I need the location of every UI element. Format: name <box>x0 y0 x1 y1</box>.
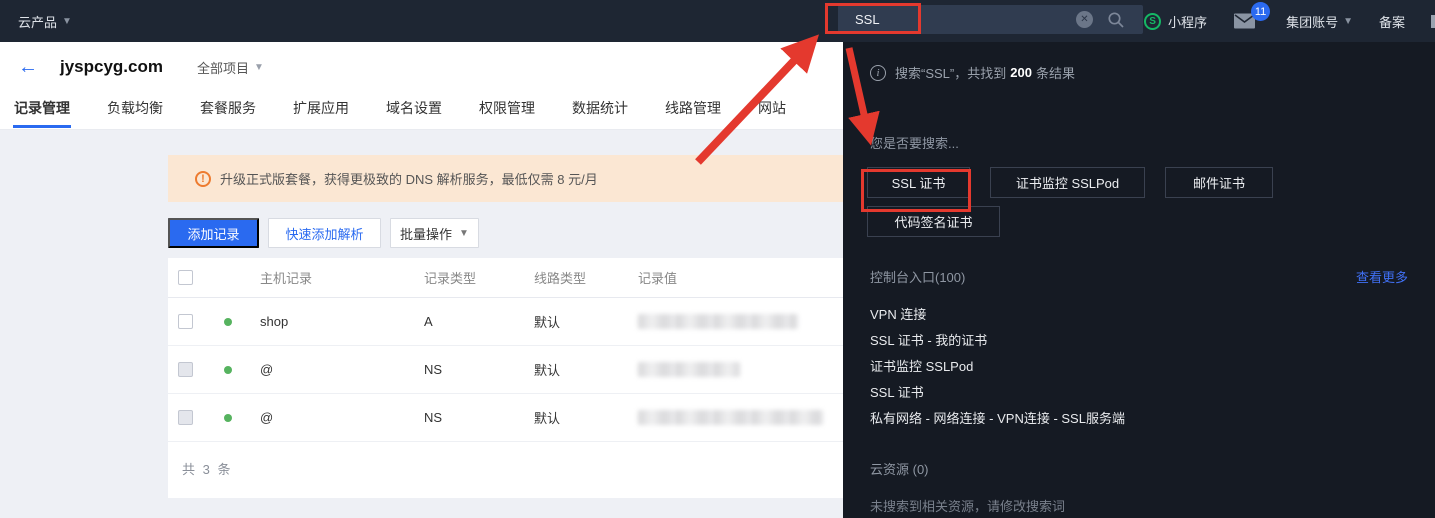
record-value-redacted <box>638 314 798 329</box>
host-record: shop <box>260 314 424 329</box>
beian-label: 备案 <box>1379 12 1405 31</box>
list-item[interactable]: VPN 连接 <box>870 300 1435 326</box>
batch-operations-button[interactable]: 批量操作 ▼ <box>390 218 479 248</box>
result-prefix: 搜索“SSL”，共找到 <box>895 63 1006 82</box>
unread-count-badge: 11 <box>1251 2 1270 21</box>
list-item[interactable]: SSL 证书 - 我的证书 <box>870 326 1435 352</box>
mini-program-label: 小程序 <box>1168 12 1207 31</box>
domain-tabs: 记录管理 负载均衡 套餐服务 扩展应用 域名设置 权限管理 数据统计 线路管理 … <box>0 92 843 130</box>
messages-entry[interactable]: 11 <box>1233 12 1256 30</box>
tab-load-balancing[interactable]: 负载均衡 <box>106 92 164 128</box>
list-item[interactable]: 证书监控 SSLPod <box>870 352 1435 378</box>
back-arrow-icon[interactable]: ← <box>18 57 38 77</box>
project-filter-label: 全部项目 <box>197 58 249 77</box>
suggestion-ssl-certificate[interactable]: SSL 证书 <box>867 167 970 198</box>
suggestion-email-certificate[interactable]: 邮件证书 <box>1165 167 1273 198</box>
table-row[interactable]: @ NS 默认 <box>168 346 843 394</box>
suggestion-code-signing-certificate[interactable]: 代码签名证书 <box>867 206 1000 237</box>
tab-line-management[interactable]: 线路管理 <box>664 92 722 128</box>
dns-console-page: ← jyspcyg.com 全部项目 ▼ 记录管理 负载均衡 套餐服务 扩展应用… <box>0 42 843 518</box>
clipped-menu-item <box>1431 15 1435 28</box>
tab-domain-settings[interactable]: 域名设置 <box>385 92 443 128</box>
tab-plan-services[interactable]: 套餐服务 <box>199 92 257 128</box>
tab-permissions[interactable]: 权限管理 <box>478 92 536 128</box>
search-results-panel: i 搜索“SSL”，共找到 200 条结果 您是否要搜索... SSL 证书 证… <box>843 42 1435 518</box>
cloud-products-label: 云产品 <box>18 12 57 31</box>
status-dot-icon <box>224 318 232 326</box>
record-type: NS <box>424 362 534 377</box>
quick-add-button[interactable]: 快速添加解析 <box>268 218 381 248</box>
line-type: 默认 <box>534 312 638 331</box>
table-row[interactable]: shop A 默认 <box>168 298 843 346</box>
topbar-right-group: S 小程序 11 集团账号 ▼ 备案 <box>1144 0 1435 42</box>
upgrade-banner: ! 升级正式版套餐，获得更极致的 DNS 解析服务，最低仅需 8 元/月 <box>168 155 843 202</box>
mini-program-icon: S <box>1144 13 1161 30</box>
cloud-products-menu[interactable]: 云产品 ▼ <box>18 12 72 31</box>
search-suggestions: SSL 证书 证书监控 SSLPod 邮件证书 代码签名证书 <box>867 167 1435 237</box>
cloud-resources-empty-text: 未搜索到相关资源，请修改搜索词 <box>870 496 1435 515</box>
record-value-redacted <box>638 362 740 377</box>
record-type: A <box>424 314 534 329</box>
row-checkbox[interactable] <box>178 314 193 329</box>
group-account-menu[interactable]: 集团账号 ▼ <box>1286 12 1353 31</box>
suggestion-sslpod[interactable]: 证书监控 SSLPod <box>990 167 1145 198</box>
record-type: NS <box>424 410 534 425</box>
records-table: 主机记录 记录类型 线路类型 记录值 shop A 默认 @ NS 默认 <box>168 258 843 498</box>
console-entries-header: 控制台入口(100) 查看更多 <box>870 267 1408 286</box>
select-all-checkbox[interactable] <box>178 270 193 285</box>
col-line: 线路类型 <box>534 268 638 287</box>
page-title-domain: jyspcyg.com <box>60 57 163 77</box>
list-item[interactable]: 私有网络 - 网络连接 - VPN连接 - SSL服务端 <box>870 404 1435 430</box>
host-record: @ <box>260 410 424 425</box>
table-footer: 共 3 条 <box>168 442 843 498</box>
row-checkbox-disabled <box>178 362 193 377</box>
table-header-row: 主机记录 记录类型 线路类型 记录值 <box>168 258 843 298</box>
upgrade-banner-text: 升级正式版套餐，获得更极致的 DNS 解析服务，最低仅需 8 元/月 <box>220 169 598 188</box>
tab-extensions[interactable]: 扩展应用 <box>292 92 350 128</box>
chevron-down-icon: ▼ <box>62 16 72 27</box>
result-suffix: 条结果 <box>1036 63 1075 82</box>
line-type: 默认 <box>534 360 638 379</box>
search-result-summary: i 搜索“SSL”，共找到 200 条结果 <box>870 63 1435 82</box>
record-count: 共 3 条 <box>182 459 232 478</box>
chevron-down-icon: ▼ <box>459 228 469 239</box>
host-record: @ <box>260 362 424 377</box>
tab-record-management[interactable]: 记录管理 <box>13 92 71 128</box>
record-actions: 添加记录 快速添加解析 批量操作 ▼ <box>168 218 479 248</box>
row-checkbox-disabled <box>178 410 193 425</box>
search-input[interactable] <box>855 12 1070 27</box>
col-value: 记录值 <box>638 268 843 287</box>
line-type: 默认 <box>534 408 638 427</box>
batch-operations-label: 批量操作 <box>400 224 452 243</box>
status-dot-icon <box>224 414 232 422</box>
list-item[interactable]: SSL 证书 <box>870 378 1435 404</box>
col-type: 记录类型 <box>424 268 534 287</box>
warning-icon: ! <box>195 171 211 187</box>
tab-statistics[interactable]: 数据统计 <box>571 92 629 128</box>
topbar: 云产品 ▼ ✕ S 小程序 11 集团账号 ▼ 备案 <box>0 0 1435 42</box>
add-record-button[interactable]: 添加记录 <box>168 218 259 248</box>
tab-website[interactable]: 网站 <box>757 92 787 128</box>
domain-header: ← jyspcyg.com 全部项目 ▼ <box>0 42 843 92</box>
mini-program-entry[interactable]: S 小程序 <box>1144 12 1207 31</box>
info-icon: i <box>870 65 886 81</box>
table-row[interactable]: @ NS 默认 <box>168 394 843 442</box>
chevron-down-icon: ▼ <box>1343 16 1353 27</box>
chevron-down-icon: ▼ <box>254 62 264 73</box>
view-more-link[interactable]: 查看更多 <box>1356 267 1408 286</box>
suggest-title: 您是否要搜索... <box>870 133 1435 152</box>
cloud-resources-title: 云资源 (0) <box>870 459 1435 478</box>
col-host: 主机记录 <box>260 268 424 287</box>
status-dot-icon <box>224 366 232 374</box>
console-entries-list: VPN 连接 SSL 证书 - 我的证书 证书监控 SSLPod SSL 证书 … <box>870 300 1435 430</box>
record-value-redacted <box>638 410 823 425</box>
clear-search-icon[interactable]: ✕ <box>1076 11 1093 28</box>
console-entries-title: 控制台入口(100) <box>870 267 965 286</box>
result-count: 200 <box>1010 65 1032 80</box>
search-icon[interactable] <box>1107 11 1125 29</box>
global-search-bar[interactable]: ✕ <box>838 5 1143 34</box>
project-filter-dropdown[interactable]: 全部项目 ▼ <box>197 58 264 77</box>
group-account-label: 集团账号 <box>1286 12 1338 31</box>
beian-entry[interactable]: 备案 <box>1379 12 1405 31</box>
